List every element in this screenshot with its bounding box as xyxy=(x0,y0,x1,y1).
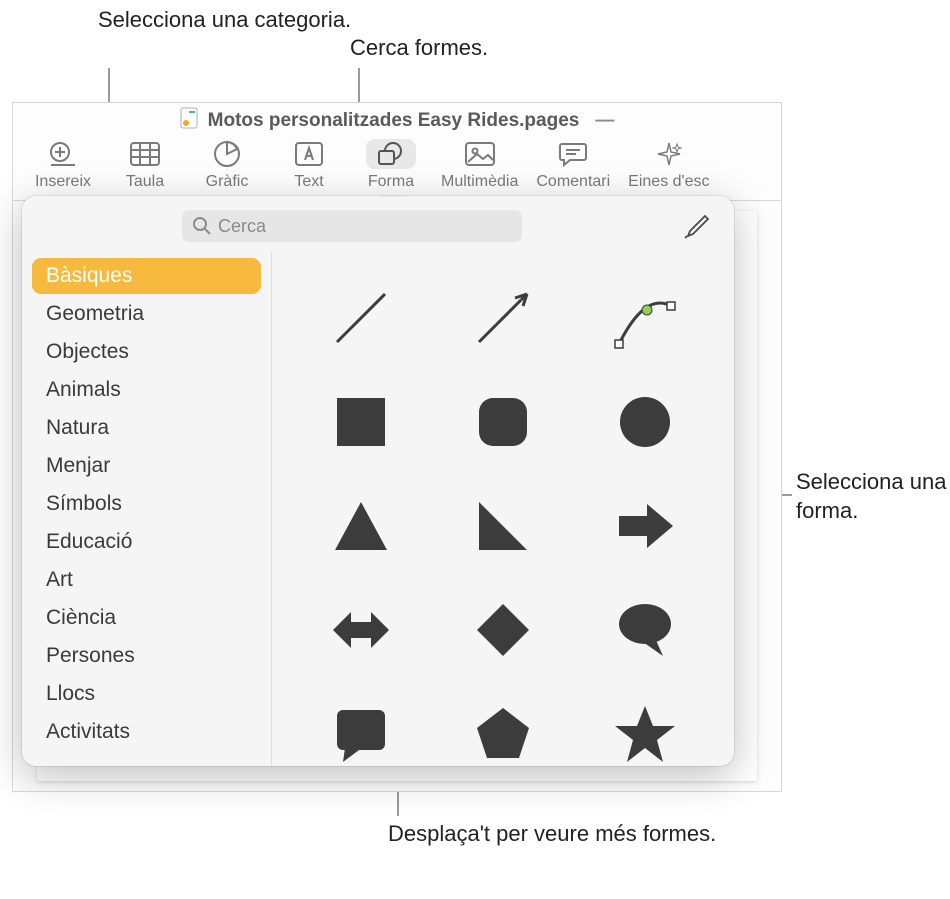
shape-star[interactable] xyxy=(613,702,677,766)
popover-header xyxy=(22,196,734,252)
category-education[interactable]: Educació xyxy=(32,524,261,560)
shape-square[interactable] xyxy=(329,390,393,454)
document-title: Motos personalitzades Easy Rides.pages xyxy=(208,110,580,132)
toolbar-table[interactable]: Taula xyxy=(113,139,177,191)
shapes-grid xyxy=(272,252,734,766)
chart-icon xyxy=(213,139,241,169)
shape-triangle[interactable] xyxy=(329,494,393,558)
callout-search-shapes: Cerca formes. xyxy=(350,34,488,63)
category-activities[interactable]: Activitats xyxy=(32,714,261,750)
shape-pentagon[interactable] xyxy=(471,702,535,766)
toolbar-label: Eines d'esc xyxy=(628,173,709,191)
category-people[interactable]: Persones xyxy=(32,638,261,674)
doc-icon xyxy=(180,107,198,135)
popover-body: Bàsiques Geometria Objectes Animals Natu… xyxy=(22,252,734,766)
toolbar-chart[interactable]: Gràfic xyxy=(195,139,259,191)
callout-scroll-more: Desplaça't per veure més formes. xyxy=(388,820,716,849)
category-sidebar: Bàsiques Geometria Objectes Animals Natu… xyxy=(22,252,272,766)
toolbar-shape[interactable]: Forma xyxy=(359,139,423,191)
search-box xyxy=(182,210,522,242)
shape-callout-rect[interactable] xyxy=(329,702,393,766)
category-food[interactable]: Menjar xyxy=(32,448,261,484)
search-icon xyxy=(192,216,212,242)
shapes-popover: Bàsiques Geometria Objectes Animals Natu… xyxy=(22,196,734,766)
category-places[interactable]: Llocs xyxy=(32,676,261,712)
shape-arrow-right[interactable] xyxy=(613,494,677,558)
category-objects[interactable]: Objectes xyxy=(32,334,261,370)
category-nature[interactable]: Natura xyxy=(32,410,261,446)
shape-icon xyxy=(366,139,416,169)
popover-tip xyxy=(382,196,406,197)
table-icon xyxy=(130,139,160,169)
toolbar-label: Taula xyxy=(126,173,164,191)
toolbar-label: Forma xyxy=(368,173,414,191)
media-icon xyxy=(465,139,495,169)
toolbar-media[interactable]: Multimèdia xyxy=(441,139,518,191)
search-input[interactable] xyxy=(182,210,522,242)
titlebar: Motos personalitzades Easy Rides.pages — xyxy=(13,103,781,139)
toolbar-comment[interactable]: Comentari xyxy=(536,139,610,191)
text-icon xyxy=(295,139,323,169)
shape-right-triangle[interactable] xyxy=(471,494,535,558)
toolbar-label: Text xyxy=(294,173,323,191)
category-animals[interactable]: Animals xyxy=(32,372,261,408)
toolbar-label: Insereix xyxy=(35,173,91,191)
title-dash: — xyxy=(595,110,614,132)
callout-select-shape: Selecciona una forma. xyxy=(796,468,950,525)
insert-icon xyxy=(49,139,77,169)
toolbar-label: Gràfic xyxy=(206,173,249,191)
shape-line[interactable] xyxy=(329,286,393,350)
shape-arrow-line[interactable] xyxy=(471,286,535,350)
category-basics[interactable]: Bàsiques xyxy=(32,258,261,294)
toolbar-insert[interactable]: Insereix xyxy=(31,139,95,191)
toolbar-text[interactable]: Text xyxy=(277,139,341,191)
category-science[interactable]: Ciència xyxy=(32,600,261,636)
toolbar-label: Multimèdia xyxy=(441,173,518,191)
category-geometry[interactable]: Geometria xyxy=(32,296,261,332)
comment-icon xyxy=(559,139,587,169)
toolbar: Insereix Taula Gràfic Text Forma xyxy=(13,139,781,201)
draw-shape-button[interactable] xyxy=(680,211,714,241)
toolbar-writing-tools[interactable]: Eines d'esc xyxy=(628,139,709,191)
category-art[interactable]: Art xyxy=(32,562,261,598)
sparkle-icon xyxy=(655,139,683,169)
toolbar-label: Comentari xyxy=(536,173,610,191)
shape-curve[interactable] xyxy=(613,286,677,350)
shape-rounded-square[interactable] xyxy=(471,390,535,454)
shape-diamond[interactable] xyxy=(471,598,535,662)
shape-speech-bubble[interactable] xyxy=(613,598,677,662)
category-symbols[interactable]: Símbols xyxy=(32,486,261,522)
shape-double-arrow[interactable] xyxy=(329,598,393,662)
shape-circle[interactable] xyxy=(613,390,677,454)
pen-icon xyxy=(683,213,711,239)
callout-select-category: Selecciona una categoria. xyxy=(98,6,351,35)
